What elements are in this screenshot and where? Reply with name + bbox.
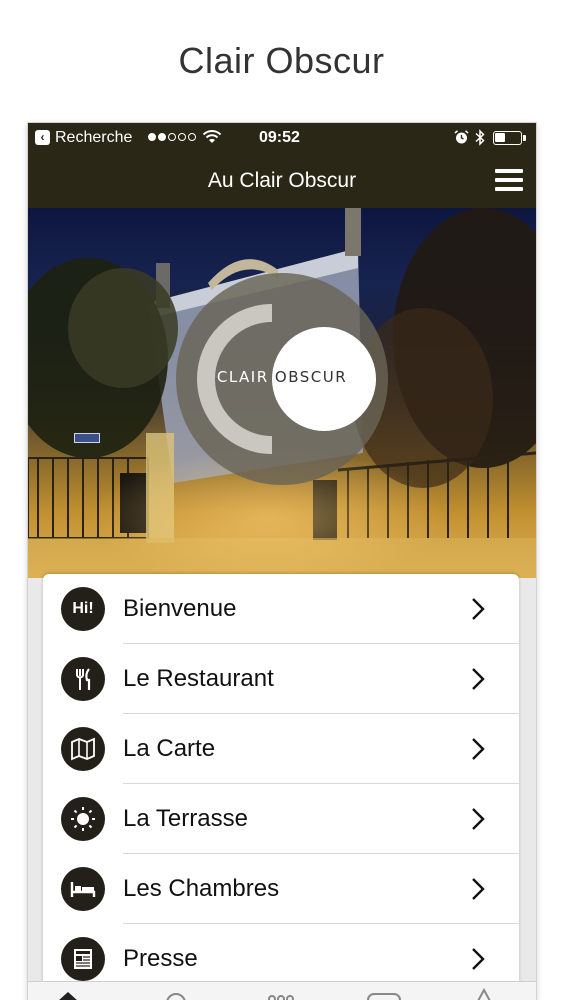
back-arrow-icon[interactable]: ‹ <box>35 130 50 145</box>
street-sign <box>74 433 100 443</box>
clair-obscur-logo: CLAIR OBSCUR <box>176 273 388 485</box>
menu-item-label: Presse <box>123 945 198 972</box>
alarm-icon <box>454 130 469 144</box>
menu-item-label: Le Restaurant <box>123 665 274 692</box>
phone-screen: ‹ Recherche 09:52 Au Clair Obscur CLAIR … <box>28 123 536 1000</box>
hi-icon: Hi! <box>61 587 105 631</box>
tab-bar[interactable] <box>28 981 536 1000</box>
menu-item-bienvenue[interactable]: Hi! Bienvenue <box>43 574 519 644</box>
page-title: Clair Obscur <box>178 40 385 81</box>
wifi-icon <box>202 130 222 143</box>
nav-title: Au Clair Obscur <box>207 169 357 192</box>
menu-item-la-carte[interactable]: La Carte <box>43 714 519 784</box>
menu-item-label: Bienvenue <box>123 595 237 622</box>
menu-hamburger-icon[interactable] <box>495 169 523 191</box>
signal-strength-icon <box>148 133 196 143</box>
menu-item-les-chambres[interactable]: Les Chambres <box>43 854 519 924</box>
sun-icon <box>61 797 105 841</box>
tab-bar-icons <box>59 987 491 1000</box>
battery-level <box>495 133 505 142</box>
chevron-right-icon <box>472 808 485 830</box>
menu-item-label: Les Chambres <box>123 875 280 902</box>
newspaper-icon <box>61 937 105 981</box>
chevron-right-icon <box>472 878 485 900</box>
main-menu: Hi! Bienvenue Le Restaurant La Carte La … <box>43 574 519 1000</box>
hero-image: CLAIR OBSCUR <box>28 208 536 578</box>
nav-bar: Au Clair Obscur <box>28 153 536 208</box>
status-bar: ‹ Recherche 09:52 <box>28 123 536 153</box>
chevron-right-icon <box>472 948 485 970</box>
menu-item-la-terrasse[interactable]: La Terrasse <box>43 784 519 854</box>
menu-item-le-restaurant[interactable]: Le Restaurant <box>43 644 519 714</box>
chevron-right-icon <box>472 738 485 760</box>
logo-word-obscur: OBSCUR <box>274 368 348 386</box>
clock-time: 09:52 <box>259 129 300 146</box>
battery-icon <box>493 131 526 145</box>
map-icon <box>61 727 105 771</box>
logo-word-clair: CLAIR <box>216 368 269 386</box>
chevron-right-icon <box>472 598 485 620</box>
menu-item-label: La Terrasse <box>123 805 248 832</box>
back-to-app-label[interactable]: Recherche <box>55 129 132 147</box>
bed-icon <box>61 867 105 911</box>
chevron-right-icon <box>472 668 485 690</box>
menu-item-label: La Carte <box>123 735 216 762</box>
bluetooth-icon <box>475 129 485 146</box>
hi-icon-text: Hi! <box>72 600 94 617</box>
fork-knife-icon <box>61 657 105 701</box>
logo-wordmark: CLAIR OBSCUR <box>176 368 388 386</box>
